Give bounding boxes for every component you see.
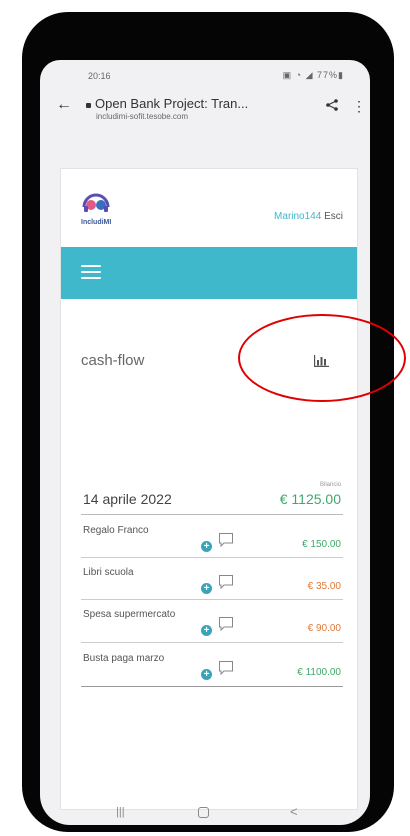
row-divider	[81, 642, 343, 643]
android-nav-bar: ||| <	[40, 800, 370, 825]
includimi-logo[interactable]: IncludiMI	[81, 189, 151, 229]
navbar	[61, 247, 357, 299]
transaction-date: 14 aprile 2022	[83, 491, 172, 507]
lock-icon	[86, 103, 91, 108]
transaction-amount: € 1100.00	[297, 667, 341, 678]
row-divider	[81, 599, 343, 600]
status-bar: 20:16 ▣ ◔ ◢ 77%▮	[40, 60, 370, 86]
back-button[interactable]: <	[290, 804, 298, 819]
transaction-amount: € 90.00	[307, 623, 341, 634]
transaction-name[interactable]: Busta paga marzo	[83, 653, 183, 664]
annotation-circle	[238, 314, 406, 402]
add-tag-icon[interactable]: +	[201, 541, 212, 552]
transaction-name[interactable]: Spesa supermercato	[83, 609, 183, 620]
transaction-amount: € 35.00	[307, 581, 341, 592]
page-title[interactable]: Open Bank Project: Tran...	[95, 96, 248, 111]
comment-icon[interactable]	[218, 660, 234, 676]
transaction-name[interactable]: Libri scuola	[83, 567, 183, 578]
section-title: cash-flow	[81, 352, 145, 369]
logo-text: IncludiMI	[81, 219, 112, 226]
transaction-name[interactable]: Regalo Franco	[83, 525, 183, 536]
share-icon[interactable]	[326, 99, 338, 111]
username-link[interactable]: Marino144	[274, 211, 321, 222]
row-divider	[81, 557, 343, 558]
page-host[interactable]: includimi-sofit.tesobe.com	[96, 112, 188, 121]
comment-icon[interactable]	[218, 574, 234, 590]
logout-link[interactable]: Esci	[324, 211, 343, 222]
back-arrow-icon[interactable]: ←	[56, 96, 72, 114]
day-balance: € 1125.00	[279, 491, 341, 507]
add-tag-icon[interactable]: +	[201, 583, 212, 594]
hamburger-menu-icon[interactable]	[81, 265, 101, 279]
status-icons: ▣ ◔ ◢ 77%▮	[282, 70, 344, 80]
balance-label: Bilancio	[319, 482, 341, 488]
user-links: Marino144 Esci	[274, 211, 343, 222]
divider	[81, 514, 343, 515]
comment-icon[interactable]	[218, 616, 234, 632]
add-tag-icon[interactable]: +	[201, 669, 212, 680]
phone-screen: 20:16 ▣ ◔ ◢ 77%▮ ← Open Bank Project: Tr…	[40, 60, 370, 825]
home-button[interactable]	[198, 807, 209, 818]
status-time: 20:16	[88, 71, 111, 81]
overflow-menu-icon[interactable]: ⋮	[352, 98, 366, 115]
comment-icon[interactable]	[218, 532, 234, 548]
web-page: IncludiMI Marino144 Esci cash-flow Bilan…	[60, 168, 358, 810]
logo-icon	[82, 193, 110, 212]
row-divider	[81, 686, 343, 687]
transaction-amount: € 150.00	[302, 539, 341, 550]
browser-url-bar: ← Open Bank Project: Tran... includimi-s…	[40, 86, 370, 126]
recent-apps-button[interactable]: |||	[116, 806, 125, 818]
add-tag-icon[interactable]: +	[201, 625, 212, 636]
